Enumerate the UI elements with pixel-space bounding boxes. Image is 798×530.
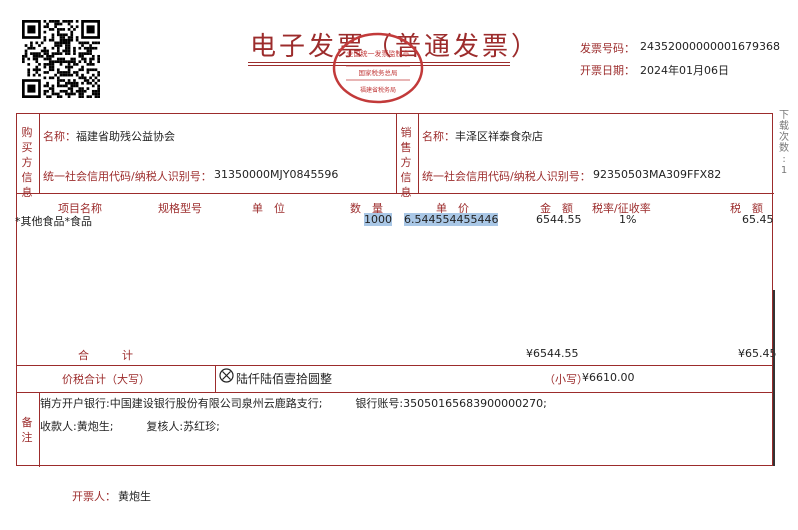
side-note-char: 1 [780, 165, 788, 176]
row-item-name: *其他食品*食品 [15, 215, 92, 228]
seller-name-label: 名称： [422, 130, 455, 143]
total-amount: ¥6544.55 [526, 347, 579, 360]
seller-tax-id: 92350503MA309FFX82 [593, 168, 722, 181]
download-count-note: 下 载 次 数 : 1 [776, 110, 792, 176]
grand-total-label: 价税合计（大写） [62, 373, 150, 386]
seller-side-label: 销售方信息 [400, 126, 412, 199]
row-tax-rate: 1% [619, 213, 637, 226]
invoice-frame [16, 113, 774, 467]
buyer-name-label: 名称： [43, 130, 76, 143]
grand-total-amount: ¥6610.00 [582, 371, 635, 384]
row-amount: 6544.55 [536, 213, 582, 226]
grand-total-divider [215, 365, 216, 392]
row-quantity-value: 1000 [364, 213, 392, 226]
row-unit-price[interactable]: 6.544554455446 [404, 213, 499, 226]
seal-middle-text: 国家税务总局 [359, 68, 398, 77]
side-note-char: : [782, 154, 786, 165]
issue-date-label: 开票日期： [580, 64, 635, 77]
header-spec: 规格型号 [158, 202, 202, 215]
official-seal: 全国统一发票监制章 国家税务总局 福建省税务局 [332, 32, 424, 104]
remarks-side-label: 备注 [21, 416, 33, 444]
seller-tax-id-label: 统一社会信用代码/纳税人识别号： [422, 170, 591, 183]
buyer-tax-id-label: 统一社会信用代码/纳税人识别号： [43, 170, 212, 183]
row-tax: 65.45 [742, 213, 774, 226]
grand-total-bottom-line [17, 392, 774, 393]
party-center-divider [396, 114, 397, 193]
buyer-name: 福建省助残公益协会 [76, 130, 175, 143]
side-note-char: 下 [779, 110, 789, 121]
grand-total-words: 陆仟陆佰壹拾圆整 [236, 372, 333, 386]
issuer-label: 开票人： [72, 490, 116, 503]
total-label: 合 计 [78, 349, 133, 362]
invoice-number-label: 发票号码： [580, 42, 635, 55]
row-unit-price-value: 6.544554455446 [404, 213, 499, 226]
row-quantity[interactable]: 1000 [364, 213, 392, 226]
seal-bottom-text: 福建省税务局 [360, 86, 396, 94]
seller-side-divider [418, 114, 419, 193]
total-tax: ¥65.45 [738, 347, 777, 360]
remarks-line-1: 销方开户银行:中国建设银行股份有限公司泉州云鹿路支行; 银行账号:3505016… [40, 397, 547, 410]
side-note-char: 次 [779, 132, 789, 143]
side-note-char: 数 [779, 143, 789, 154]
side-note-char: 载 [779, 121, 789, 132]
invoice-number: 24352000000001679368 [640, 40, 780, 53]
issue-date: 2024年01月06日 [640, 64, 729, 77]
qr-code [22, 20, 100, 98]
buyer-side-divider [39, 114, 40, 193]
buyer-tax-id: 31350000MJY0845596 [214, 168, 339, 181]
buyer-side-label: 购买方信息 [21, 126, 33, 199]
issuer-name: 黄炮生 [118, 490, 151, 503]
circle-x-icon [219, 368, 234, 383]
header-unit: 单 位 [252, 202, 285, 215]
seal-top-text: 全国统一发票监制章 [347, 49, 410, 58]
party-divider [17, 193, 774, 194]
remarks-line-2: 收款人:黄炮生; 复核人:苏红珍; [40, 420, 220, 433]
scrollbar-edge[interactable] [773, 290, 775, 466]
seller-name: 丰泽区祥泰食杂店 [455, 130, 543, 143]
grand-total-top-line [17, 365, 774, 366]
